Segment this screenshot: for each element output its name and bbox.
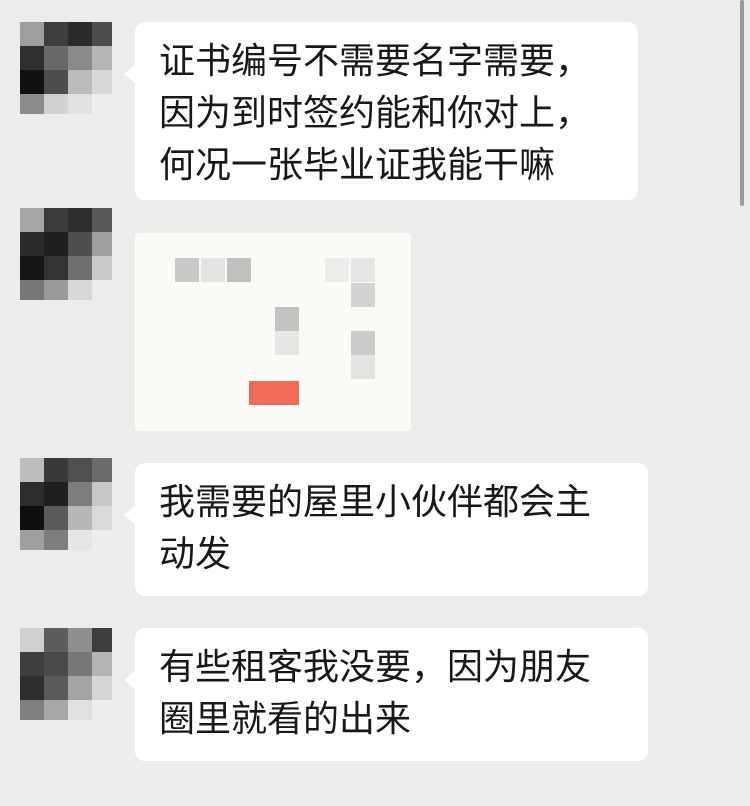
message-bubble[interactable]: 有些租客我没要，因为朋友 圈里就看的出来	[124, 628, 648, 761]
avatar-pixel	[92, 506, 112, 530]
avatar-pixel	[44, 458, 68, 482]
avatar-pixel	[68, 652, 92, 676]
avatar-pixel	[44, 70, 68, 94]
avatar-pixel	[68, 46, 92, 70]
scrollbar[interactable]	[740, 0, 744, 206]
avatar-pixel	[92, 208, 112, 232]
avatar-pixel	[92, 530, 112, 550]
avatar-pixel	[44, 652, 68, 676]
message-bubble[interactable]: 我需要的屋里小伙伴都会主 动发	[124, 463, 648, 596]
avatar-pixel	[92, 676, 112, 700]
avatar-pixel	[68, 22, 92, 46]
avatar-pixel	[20, 700, 44, 720]
avatar-pixel	[68, 94, 92, 114]
avatar-pixel	[92, 256, 112, 280]
pixelated-avatar-icon	[20, 208, 44, 232]
avatar-pixel	[44, 676, 68, 700]
avatar-pixel	[92, 482, 112, 506]
avatar-pixel	[92, 232, 112, 256]
avatar-pixel	[92, 22, 112, 46]
avatar-pixel	[44, 482, 68, 506]
avatar-pixel	[20, 94, 44, 114]
avatar-pixel	[92, 458, 112, 482]
image-message[interactable]	[135, 233, 411, 431]
avatar-pixel	[44, 22, 68, 46]
avatar-pixel	[68, 676, 92, 700]
avatar-pixel	[68, 70, 92, 94]
avatar-pixel	[44, 256, 68, 280]
avatar-pixel	[68, 506, 92, 530]
pixelated-avatar-icon	[20, 22, 44, 46]
avatar-pixel	[20, 46, 44, 70]
image-pixel	[249, 381, 299, 405]
avatar-pixel	[20, 530, 44, 550]
avatar-pixel	[44, 232, 68, 256]
avatar-pixel	[20, 676, 44, 700]
avatar[interactable]	[20, 22, 112, 114]
message-bubble[interactable]: 证书编号不需要名字需要， 因为到时签约能和你对上， 何况一张毕业证我能干嘛	[124, 22, 638, 200]
avatar-pixel	[68, 232, 92, 256]
image-pixel	[275, 307, 299, 331]
image-pixel	[275, 331, 299, 355]
avatar-pixel	[44, 506, 68, 530]
avatar-pixel	[20, 506, 44, 530]
avatar-pixel	[92, 94, 112, 114]
avatar[interactable]	[20, 208, 112, 300]
avatar-pixel	[20, 232, 44, 256]
avatar-pixel	[20, 70, 44, 94]
avatar-pixel	[20, 256, 44, 280]
avatar-pixel	[68, 530, 92, 550]
avatar-pixel	[44, 280, 68, 300]
avatar-pixel	[92, 700, 112, 720]
avatar-pixel	[20, 482, 44, 506]
image-pixel	[325, 258, 349, 282]
avatar-pixel	[44, 94, 68, 114]
image-pixel	[351, 258, 375, 282]
image-pixel	[201, 258, 225, 282]
avatar-pixel	[92, 70, 112, 94]
avatar-pixel	[44, 46, 68, 70]
avatar-pixel	[68, 280, 92, 300]
avatar-pixel	[68, 700, 92, 720]
pixelated-avatar-icon	[20, 458, 44, 482]
avatar-pixel	[92, 628, 112, 652]
avatar-pixel	[44, 628, 68, 652]
image-pixel	[351, 283, 375, 307]
avatar-pixel	[20, 652, 44, 676]
avatar-pixel	[92, 46, 112, 70]
image-pixel	[351, 355, 375, 379]
avatar-pixel	[44, 700, 68, 720]
image-pixel	[351, 331, 375, 355]
pixelated-avatar-icon	[20, 628, 44, 652]
image-pixel	[227, 258, 251, 282]
avatar-pixel	[68, 208, 92, 232]
avatar-pixel	[92, 280, 112, 300]
pixelated-image-icon	[175, 258, 199, 282]
avatar-pixel	[92, 652, 112, 676]
avatar-pixel	[44, 208, 68, 232]
avatar-pixel	[68, 458, 92, 482]
avatar-pixel	[68, 256, 92, 280]
avatar[interactable]	[20, 458, 112, 550]
avatar[interactable]	[20, 628, 112, 720]
avatar-pixel	[20, 280, 44, 300]
avatar-pixel	[68, 482, 92, 506]
avatar-pixel	[68, 628, 92, 652]
avatar-pixel	[44, 530, 68, 550]
